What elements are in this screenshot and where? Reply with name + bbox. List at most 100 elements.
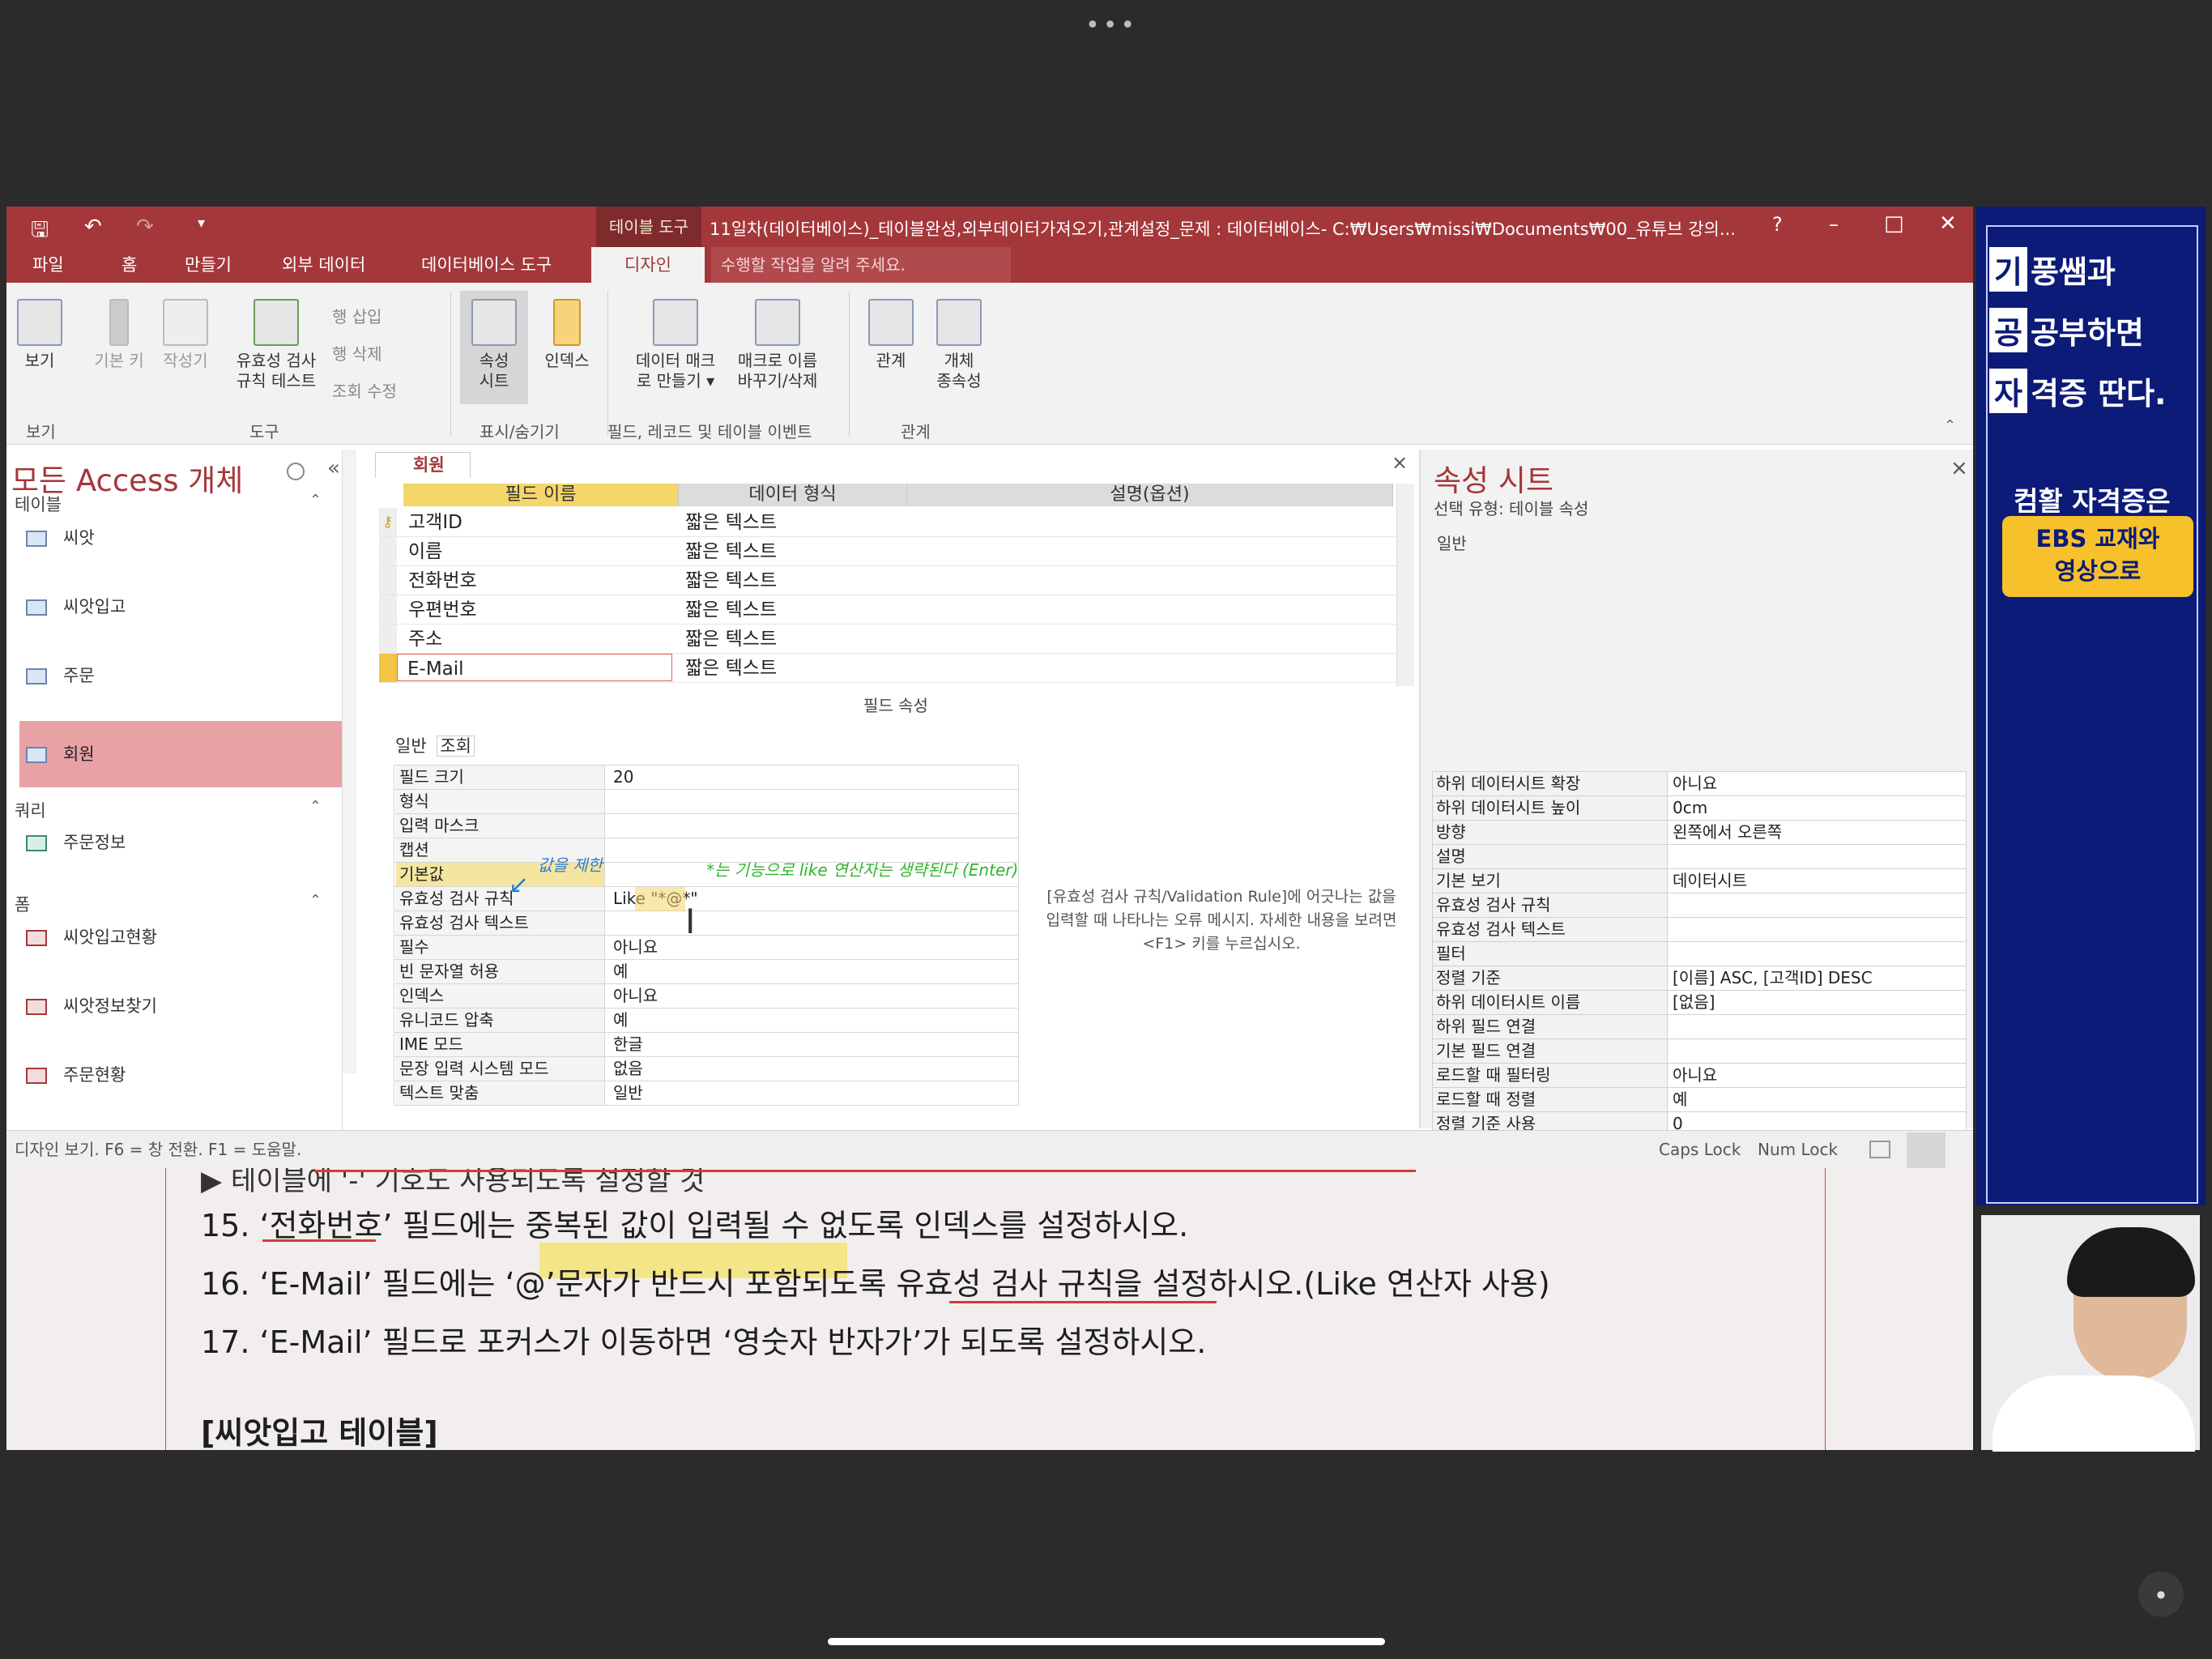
field-property-row-validation-rule[interactable]: 유효성 검사 규칙Like "*@*" bbox=[394, 887, 1019, 911]
property-sheet-row[interactable]: 로드할 때 정렬 예 bbox=[1432, 1088, 1967, 1112]
property-value[interactable]: 0cm bbox=[1673, 796, 1707, 820]
indexes-button[interactable]: 인덱스 bbox=[535, 299, 599, 371]
field-name-cell[interactable]: 주소 bbox=[408, 625, 442, 654]
maximize-button[interactable]: □ bbox=[1884, 211, 1904, 236]
close-document-icon[interactable]: × bbox=[1392, 451, 1408, 474]
shutter-bar-icon[interactable]: « bbox=[327, 456, 340, 480]
grid-scrollbar[interactable] bbox=[1396, 484, 1414, 686]
more-dots-icon[interactable]: ••• bbox=[1085, 11, 1138, 40]
property-sheet-row[interactable]: 기본 보기 데이터시트 bbox=[1432, 869, 1967, 893]
field-property-row[interactable]: 입력 마스크 bbox=[394, 814, 1019, 838]
data-type-cell[interactable]: 짧은 텍스트 bbox=[685, 625, 777, 654]
test-validation-button[interactable]: 유효성 검사 규칙 테스트 bbox=[224, 299, 329, 391]
tab-design[interactable]: 디자인 bbox=[591, 247, 705, 283]
field-property-row[interactable]: 필드 크기 20 bbox=[394, 766, 1019, 790]
nav-section-forms[interactable]: 폼 bbox=[15, 892, 30, 916]
collapse-queries-icon[interactable]: ⌃ bbox=[309, 798, 322, 815]
property-sheet-row[interactable]: 유효성 검사 텍스트 bbox=[1432, 918, 1967, 942]
table-row[interactable]: 이름 짧은 텍스트 bbox=[379, 537, 1401, 566]
field-name-cell[interactable]: 우편번호 bbox=[408, 595, 477, 625]
view-button[interactable]: 보기 bbox=[11, 299, 68, 371]
row-selector[interactable] bbox=[379, 625, 397, 653]
property-sheet-row[interactable]: 유효성 검사 규칙 bbox=[1432, 893, 1967, 918]
property-value[interactable]: 아니요 bbox=[1673, 1064, 1717, 1087]
property-value[interactable]: [이름] ASC, [고객ID] DESC bbox=[1673, 966, 1873, 990]
property-sheet-button[interactable]: 속성 시트 bbox=[460, 291, 528, 404]
table-row[interactable]: 우편번호 짧은 텍스트 bbox=[379, 595, 1401, 625]
property-value[interactable]: [없음] bbox=[1673, 991, 1715, 1014]
field-property-row[interactable]: 문장 입력 시스템 모드 없음 bbox=[394, 1057, 1019, 1081]
relationships-button[interactable]: 관계 bbox=[859, 299, 923, 371]
property-sheet-row[interactable]: 하위 데이터시트 확장 아니요 bbox=[1432, 772, 1967, 796]
close-property-sheet-icon[interactable]: × bbox=[1950, 456, 1968, 480]
field-property-row[interactable]: 유니코드 압축 예 bbox=[394, 1009, 1019, 1033]
tab-general[interactable]: 일반 bbox=[1437, 531, 1467, 554]
row-selector[interactable]: ⚷ bbox=[379, 508, 397, 536]
property-value[interactable]: 아니요 bbox=[608, 984, 658, 1008]
field-name-cell[interactable]: 이름 bbox=[408, 537, 442, 566]
property-sheet-row[interactable]: 하위 데이터시트 이름 [없음] bbox=[1432, 991, 1967, 1015]
row-selector[interactable] bbox=[379, 537, 397, 565]
tab-external-data[interactable]: 외부 데이터 bbox=[282, 247, 365, 283]
row-selector[interactable] bbox=[379, 566, 397, 595]
property-value[interactable]: 예 bbox=[608, 960, 628, 983]
data-type-cell[interactable]: 짧은 텍스트 bbox=[685, 537, 777, 566]
data-type-cell[interactable]: 짧은 텍스트 bbox=[685, 595, 777, 625]
property-sheet-row[interactable]: 설명 bbox=[1432, 845, 1967, 869]
design-view-icon[interactable] bbox=[1907, 1132, 1946, 1168]
datasheet-view-icon[interactable] bbox=[1869, 1141, 1890, 1158]
minimize-button[interactable]: – bbox=[1829, 213, 1839, 236]
property-sheet-row[interactable]: 로드할 때 필터링 아니요 bbox=[1432, 1064, 1967, 1088]
quick-access-dropdown-icon[interactable]: ▾ bbox=[198, 215, 205, 232]
property-value[interactable]: 아니요 bbox=[608, 936, 658, 959]
field-property-row[interactable]: 유효성 검사 텍스트 bbox=[394, 911, 1019, 936]
insert-row-button[interactable]: 행 삽입 bbox=[332, 304, 382, 327]
nav-item-table[interactable]: 씨앗입고 bbox=[19, 583, 343, 630]
data-type-cell[interactable]: 짧은 텍스트 bbox=[685, 508, 777, 537]
home-indicator[interactable] bbox=[828, 1638, 1385, 1645]
property-sheet-row[interactable]: 정렬 기준 [이름] ASC, [고객ID] DESC bbox=[1432, 966, 1967, 991]
modify-lookups-button[interactable]: 조회 수정 bbox=[332, 378, 397, 402]
table-row[interactable]: 주소 짧은 텍스트 bbox=[379, 625, 1401, 654]
field-property-row[interactable]: 형식 bbox=[394, 790, 1019, 814]
tab-general[interactable]: 일반 bbox=[395, 736, 427, 756]
nav-item-form[interactable]: 씨앗정보찾기 bbox=[19, 983, 343, 1030]
field-name-cell[interactable]: 전화번호 bbox=[408, 566, 477, 595]
property-value[interactable]: 20 bbox=[608, 766, 633, 789]
field-property-row[interactable]: 필수 아니요 bbox=[394, 936, 1019, 960]
row-selector[interactable] bbox=[379, 654, 397, 682]
field-name-cell[interactable]: 고객ID bbox=[408, 508, 462, 537]
collapse-forms-icon[interactable]: ⌃ bbox=[309, 892, 322, 909]
property-sheet-row[interactable]: 하위 데이터시트 높이 0cm bbox=[1432, 796, 1967, 821]
row-selector[interactable] bbox=[379, 595, 397, 624]
field-property-row[interactable]: 인덱스 아니요 bbox=[394, 984, 1019, 1009]
redo-icon[interactable]: ↷ bbox=[136, 215, 154, 239]
help-button[interactable]: ? bbox=[1772, 213, 1783, 236]
collapse-ribbon-icon[interactable]: ⌃ bbox=[1944, 417, 1956, 434]
nav-scrollbar[interactable] bbox=[342, 450, 356, 1073]
property-value[interactable]: 예 bbox=[608, 1009, 628, 1032]
tab-file[interactable]: 파일 bbox=[32, 247, 64, 283]
nav-item-table[interactable]: 씨앗 bbox=[19, 514, 343, 561]
property-sheet-row[interactable]: 필터 bbox=[1432, 942, 1967, 966]
nav-section-tables[interactable]: 테이블 bbox=[15, 492, 62, 516]
nav-item-form[interactable]: 주문현황 bbox=[19, 1051, 343, 1098]
property-value[interactable]: 데이터시트 bbox=[1673, 869, 1747, 893]
tab-lookup[interactable]: 조회 bbox=[437, 736, 475, 757]
primary-key-button[interactable]: 기본 키 bbox=[91, 299, 147, 371]
data-type-cell[interactable]: 짧은 텍스트 bbox=[685, 654, 777, 683]
object-dependencies-button[interactable]: 개체 종속성 bbox=[927, 299, 991, 391]
undo-icon[interactable]: ↶ bbox=[84, 215, 102, 239]
field-name-cell[interactable]: E-Mail bbox=[397, 654, 672, 681]
table-row[interactable]: 전화번호 짧은 텍스트 bbox=[379, 566, 1401, 595]
property-sheet-row[interactable]: 방향 왼쪽에서 오른쪽 bbox=[1432, 821, 1967, 845]
field-property-row[interactable]: 빈 문자열 허용 예 bbox=[394, 960, 1019, 984]
field-property-row[interactable]: 텍스트 맞춤 일반 bbox=[394, 1081, 1019, 1106]
property-value[interactable]: 예 bbox=[1673, 1088, 1687, 1111]
tab-home[interactable]: 홈 bbox=[121, 247, 137, 283]
builder-button[interactable]: 작성기 bbox=[157, 299, 214, 371]
tab-create[interactable]: 만들기 bbox=[185, 247, 232, 283]
field-property-row[interactable]: IME 모드 한글 bbox=[394, 1033, 1019, 1057]
collapse-tables-icon[interactable]: ⌃ bbox=[309, 492, 322, 509]
close-button[interactable]: ✕ bbox=[1939, 211, 1957, 236]
